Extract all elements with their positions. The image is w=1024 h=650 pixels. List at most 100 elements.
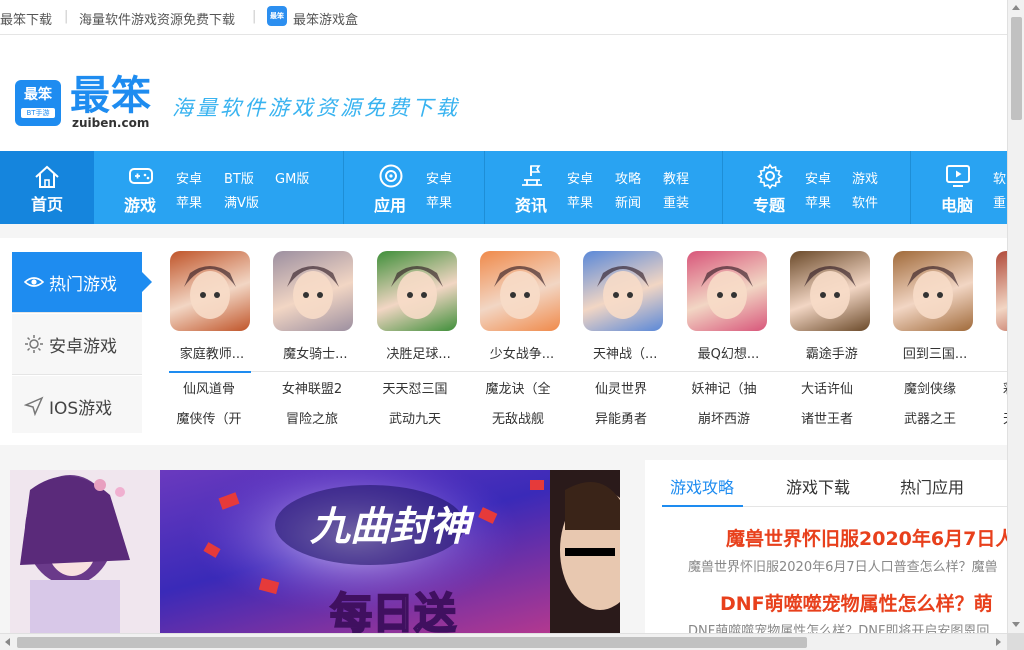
scroll-right-arrow-icon[interactable] [996,638,1001,646]
game-name[interactable]: 最Q幻想... [684,343,774,362]
article-title[interactable]: 魔兽世界怀旧服2020年6月7日人 [726,524,1007,551]
horizontal-scrollbar[interactable] [0,633,1007,650]
game-name[interactable]: 霸途手游 [787,343,877,362]
tab-ios-games[interactable]: IOS游戏 [12,376,142,433]
game-text-link[interactable]: 女神联盟2 [263,378,361,397]
nav-info-link[interactable]: 攻略 [615,168,641,187]
nav-app-link[interactable]: 苹果 [426,192,452,211]
nav-pc-link[interactable]: 重 [993,192,1006,211]
game-item[interactable]: 少女战争... [477,251,567,371]
game-text-link[interactable]: 异能勇者 [572,408,670,427]
game-text-link[interactable]: 仙灵世界 [572,378,670,397]
game-icon[interactable] [686,251,767,331]
game-item[interactable]: 幻 [993,251,1007,371]
tab-hot-apps[interactable]: 热门应用 [900,474,964,498]
game-text-link[interactable]: 武器之王 [881,408,979,427]
banner-title: 九曲封神 [310,503,475,550]
nav-topic-link[interactable]: 游戏 [852,168,878,187]
nav-app[interactable]: 应用 [360,151,420,224]
game-item[interactable]: 最Q幻想... [684,251,774,371]
game-text-link[interactable]: 仙风道骨 [160,378,258,397]
tab-android-games[interactable]: 安卓游戏 [12,314,142,375]
nav-info-link[interactable]: 新闻 [615,192,641,211]
nav-pc-link[interactable]: 软 [993,168,1006,187]
nav-topic-link[interactable]: 苹果 [805,192,831,211]
tab-game-guides[interactable]: 游戏攻略 [670,474,734,498]
nav-game-link[interactable]: 苹果 [176,192,202,211]
banner-art: 九曲封神 每日送 [10,470,620,633]
monitor-play-icon [946,165,970,187]
nav-game[interactable]: 游戏 [110,151,170,224]
game-text-link[interactable]: 魔龙诀（全 [469,378,567,397]
game-text-link[interactable]: 诸世王者 [778,408,876,427]
game-text-link[interactable]: 无敌战舰 [469,408,567,427]
separator: | [64,9,69,24]
game-icon[interactable] [893,251,974,331]
scroll-up-arrow-icon[interactable] [1012,5,1020,10]
nav-topic[interactable]: 专题 [739,151,799,224]
game-text-link[interactable]: 魔剑侠缘 [881,378,979,397]
logo-icon-text: 最笨 [24,87,52,103]
game-icon[interactable] [583,251,664,331]
nav-game-link[interactable]: 满V版 [224,192,259,211]
logo-text[interactable]: 最笨 [70,74,152,118]
game-item[interactable]: 天神战（... [580,251,670,371]
game-text-link[interactable]: 魔侠传（开 [160,408,258,427]
game-box-icon[interactable]: 最笨 [267,6,287,26]
game-name[interactable]: 家庭教师... [167,343,257,362]
logo-icon[interactable]: 最笨 BT手游 [15,80,61,126]
nav-game-link[interactable]: BT版 [224,168,254,187]
game-box-link[interactable]: 最笨游戏盒 [293,9,358,28]
game-text-link[interactable]: 武动九天 [366,408,464,427]
game-item[interactable]: 家庭教师... [167,251,257,371]
article-title[interactable]: DNF萌噬噬宠物属性怎么样？萌 [720,589,993,616]
game-name[interactable]: 天神战（... [580,343,670,362]
game-item[interactable]: 魔女骑士... [270,251,360,371]
nav-info-link[interactable]: 安卓 [567,168,593,187]
game-icon[interactable] [996,251,1007,331]
game-name[interactable]: 少女战争... [477,343,567,362]
scroll-left-arrow-icon[interactable] [5,638,10,646]
vertical-scrollbar[interactable] [1007,0,1024,633]
game-name[interactable]: 回到三国... [890,343,980,362]
nav-home[interactable]: 首页 [0,151,94,224]
game-icon[interactable] [376,251,457,331]
tab-hot-games[interactable]: 热门游戏 [12,252,152,313]
game-icon[interactable] [479,251,560,331]
game-item[interactable]: 决胜足球... [374,251,464,371]
game-icon[interactable] [170,251,250,331]
game-text-link[interactable]: 大话许仙 [778,378,876,397]
vertical-scroll-thumb[interactable] [1011,17,1022,120]
nav-pc[interactable]: 电脑 [927,151,987,224]
game-text-link[interactable]: 崩坏西游 [675,408,773,427]
game-text-link[interactable]: 冒险之旅 [263,408,361,427]
nav-topic-link[interactable]: 安卓 [805,168,831,187]
tab-game-downloads[interactable]: 游戏下载 [786,474,850,498]
nav-home-label: 首页 [30,195,63,214]
game-text-link[interactable]: 天天怼三国 [366,378,464,397]
nav-info-link[interactable]: 教程 [663,168,689,187]
game-item[interactable]: 霸途手游 [787,251,877,371]
tab-label: IOS游戏 [49,399,113,419]
nav-info-link[interactable]: 苹果 [567,192,593,211]
nav-game-link[interactable]: 安卓 [176,168,202,187]
game-name[interactable]: 决胜足球... [374,343,464,362]
scroll-down-arrow-icon[interactable] [1012,622,1020,627]
game-icon[interactable] [789,251,870,331]
game-item[interactable]: 回到三国... [890,251,980,371]
game-icon[interactable] [273,251,354,331]
game-name[interactable]: 魔女骑士... [270,343,360,362]
nav-app-link[interactable]: 安卓 [426,168,452,187]
logo-domain: zuiben.com [72,116,150,130]
nav-topic-link[interactable]: 软件 [852,192,878,211]
nav-game-link[interactable]: GM版 [275,168,309,187]
banner-image[interactable]: 九曲封神 每日送 [10,470,620,633]
game-text-link[interactable]: 妖神记（抽 [675,378,773,397]
active-underline [169,371,251,373]
send-arrow-icon [24,396,44,416]
nav-info[interactable]: 资讯 [501,151,561,224]
horizontal-scroll-thumb[interactable] [17,637,807,648]
site-name-link[interactable]: 最笨下载 [0,9,52,28]
divider [169,371,1007,372]
nav-info-link[interactable]: 重装 [663,192,689,211]
